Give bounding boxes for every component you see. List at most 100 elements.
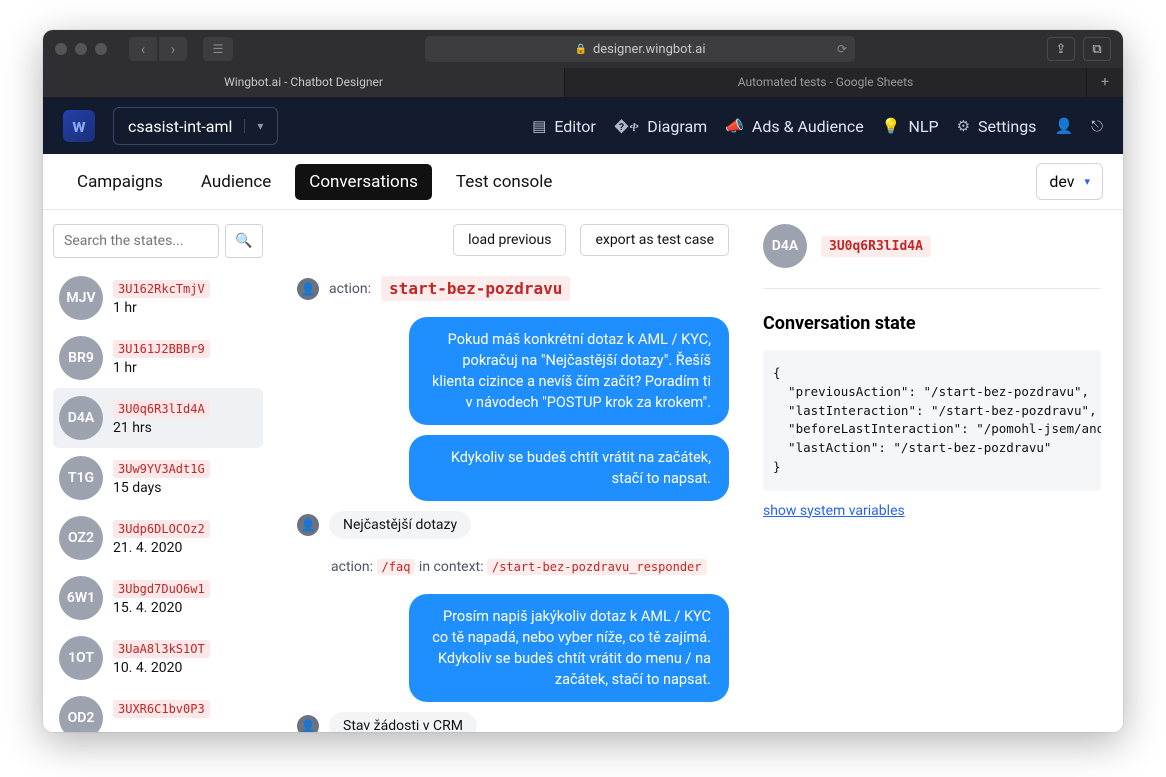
conversation-id: 3UXR6C1bv0P3 xyxy=(113,700,210,718)
user-icon: 👤 xyxy=(1054,117,1073,135)
logout-icon: ⎋ xyxy=(1091,117,1103,135)
conversation-time: 21. 4. 2020 xyxy=(113,540,257,556)
quick-reply-chip[interactable]: Stav žádosti v CRM xyxy=(329,712,477,732)
nav-nlp[interactable]: 💡NLP xyxy=(882,117,939,136)
conversation-item[interactable]: 1OT 3UaA8l3kS1OT 10. 4. 2020 xyxy=(53,628,263,688)
app-header: w csasist-int-aml ▾ ▤Editor �ቀDiagram 📣A… xyxy=(43,98,1123,154)
conversation-item[interactable]: 6W1 3Ubgd7DuO6w1 15. 4. 2020 xyxy=(53,568,263,628)
conversation-time: 1 hr xyxy=(113,300,257,316)
avatar: D4A xyxy=(59,396,103,440)
back-button[interactable]: ‹ xyxy=(129,37,157,61)
state-avatar: D4A xyxy=(763,224,807,268)
conversation-item[interactable]: BR9 3U161J2BBBr9 1 hr xyxy=(53,328,263,388)
nav-ads[interactable]: 📣Ads & Audience xyxy=(725,117,864,136)
browser-tab[interactable]: Wingbot.ai - Chatbot Designer xyxy=(43,68,565,97)
conversation-time: 15. 4. 2020 xyxy=(113,600,257,616)
conversation-list: 🔍 MJV 3U162RkcTmjV 1 hr BR9 3U161J2BBBr9… xyxy=(43,210,273,732)
bulb-icon: 💡 xyxy=(882,117,901,135)
export-button[interactable]: export as test case xyxy=(580,224,729,256)
traffic-lights xyxy=(55,43,107,55)
browser-toolbar: ‹ › ☰ 🔒 designer.wingbot.ai ⟳ ⇪ ⧉ xyxy=(43,30,1123,68)
conversation-item[interactable]: OZ2 3Udp6DLOCOz2 21. 4. 2020 xyxy=(53,508,263,568)
nav-user[interactable]: 👤 xyxy=(1054,117,1073,135)
user-icon: 👤 xyxy=(297,715,319,732)
user-icon: 👤 xyxy=(297,514,319,536)
avatar: 6W1 xyxy=(59,576,103,620)
sub-tabs: Campaigns Audience Conversations Test co… xyxy=(43,154,1123,210)
avatar: 1OT xyxy=(59,636,103,680)
gear-icon: ⚙ xyxy=(957,117,970,135)
conversation-id: 3Uw9YV3Adt1G xyxy=(113,460,210,478)
nav-editor[interactable]: ▤Editor xyxy=(532,117,596,136)
new-tab-button[interactable]: + xyxy=(1087,68,1123,97)
chevron-down-icon: ▾ xyxy=(1084,175,1090,188)
action-meta: action: /faq in context: /start-bez-pozd… xyxy=(331,555,729,580)
state-json: { "previousAction": "/start-bez-pozdravu… xyxy=(763,350,1101,491)
tabs-icon[interactable]: ⧉ xyxy=(1083,37,1111,61)
browser-tab[interactable]: Automated tests - Google Sheets xyxy=(565,68,1087,97)
conversation-time: 10. 4. 2020 xyxy=(113,660,257,676)
state-id: 3U0q6R3lId4A xyxy=(821,236,931,257)
address-bar[interactable]: 🔒 designer.wingbot.ai ⟳ xyxy=(425,36,855,62)
user-choice: 👤 Nejčastější dotazy xyxy=(297,511,729,539)
diagram-icon: �ቀ xyxy=(614,117,639,135)
nav-arrows[interactable]: ‹ › xyxy=(129,37,187,61)
forward-button[interactable]: › xyxy=(159,37,187,61)
chevron-down-icon: ▾ xyxy=(244,119,263,133)
env-label: dev xyxy=(1049,172,1074,191)
nav-settings[interactable]: ⚙Settings xyxy=(957,117,1037,136)
share-icon[interactable]: ⇪ xyxy=(1047,37,1075,61)
workspace-name: csasist-int-aml xyxy=(128,117,232,136)
conversation-item[interactable]: D4A 3U0q6R3lId4A 21 hrs xyxy=(53,388,263,448)
conversation-id: 3U162RkcTmjV xyxy=(113,280,210,298)
conversation-item[interactable]: MJV 3U162RkcTmjV 1 hr xyxy=(53,268,263,328)
tab-audience[interactable]: Audience xyxy=(187,164,285,200)
load-previous-button[interactable]: load previous xyxy=(453,224,566,256)
conversation-id: 3U0q6R3lId4A xyxy=(113,400,210,418)
avatar: OD2 xyxy=(59,696,103,732)
search-input[interactable] xyxy=(53,224,219,258)
conversation-time: 21 hrs xyxy=(113,420,257,436)
env-select[interactable]: dev ▾ xyxy=(1036,163,1103,200)
avatar: T1G xyxy=(59,456,103,500)
action-value: start-bez-pozdravu xyxy=(381,276,570,301)
refresh-icon[interactable]: ⟳ xyxy=(837,42,847,56)
conversation-state-panel: D4A 3U0q6R3lId4A Conversation state { "p… xyxy=(753,210,1123,732)
conversation-item[interactable]: T1G 3Uw9YV3Adt1G 15 days xyxy=(53,448,263,508)
sidebar-toggle[interactable]: ☰ xyxy=(203,37,233,61)
nav-diagram[interactable]: �ቀDiagram xyxy=(614,117,707,136)
bot-message: Kdykoliv se budeš chtít vrátit na začáte… xyxy=(409,435,729,501)
search-button[interactable]: 🔍 xyxy=(225,224,263,258)
workspace-select[interactable]: csasist-int-aml ▾ xyxy=(113,107,278,145)
user-choice: 👤 Stav žádosti v CRM xyxy=(297,712,729,732)
avatar: MJV xyxy=(59,276,103,320)
tab-conversations[interactable]: Conversations xyxy=(295,164,432,200)
app-logo[interactable]: w xyxy=(63,110,95,142)
avatar: BR9 xyxy=(59,336,103,380)
conversation-time: 1 hr xyxy=(113,360,257,376)
url-host: designer.wingbot.ai xyxy=(593,42,706,57)
avatar: OZ2 xyxy=(59,516,103,560)
quick-reply-chip[interactable]: Nejčastější dotazy xyxy=(329,511,471,539)
megaphone-icon: 📣 xyxy=(725,117,744,135)
conversation-item[interactable]: OD2 3UXR6C1bv0P3 xyxy=(53,688,263,732)
conversation-id: 3Udp6DLOCOz2 xyxy=(113,520,210,538)
action-label: action: xyxy=(329,281,371,297)
editor-icon: ▤ xyxy=(532,117,546,135)
show-system-vars-link[interactable]: show system variables xyxy=(763,503,905,519)
nav-logout[interactable]: ⎋ xyxy=(1091,117,1103,135)
lock-icon: 🔒 xyxy=(574,44,586,55)
conversation-id: 3U161J2BBBr9 xyxy=(113,340,210,358)
event-action: 👤 action: start-bez-pozdravu xyxy=(297,276,729,301)
browser-tabs: Wingbot.ai - Chatbot Designer Automated … xyxy=(43,68,1123,98)
conversation-id: 3UaA8l3kS1OT xyxy=(113,640,210,658)
tab-campaigns[interactable]: Campaigns xyxy=(63,164,177,200)
conversation-time: 15 days xyxy=(113,480,257,496)
bot-message: Prosím napiš jakýkoliv dotaz k AML / KYC… xyxy=(409,594,729,702)
state-title: Conversation state xyxy=(763,313,1101,334)
tab-test-console[interactable]: Test console xyxy=(442,164,567,200)
bot-message: Pokud máš konkrétní dotaz k AML / KYC, p… xyxy=(409,317,729,425)
conversation-id: 3Ubgd7DuO6w1 xyxy=(113,580,210,598)
user-icon: 👤 xyxy=(297,278,319,300)
conversation-transcript: load previous export as test case 👤 acti… xyxy=(273,210,753,732)
